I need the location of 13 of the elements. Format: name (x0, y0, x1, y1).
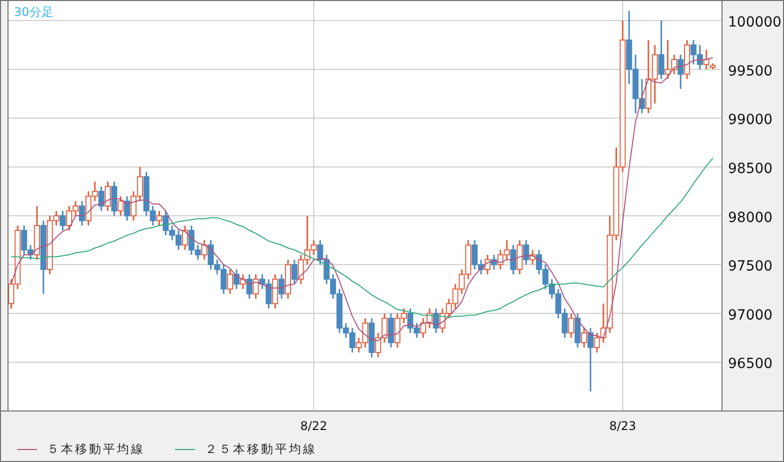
y-axis-label: 98000 (728, 210, 773, 226)
y-axis-label: 97500 (728, 258, 773, 275)
y-axis-label: 97000 (728, 307, 773, 324)
y-axis-label: 98500 (728, 160, 773, 177)
y-axis-label: 99500 (728, 63, 773, 80)
x-axis-label: 8/22 (300, 419, 328, 433)
y-axis-label: 96500 (728, 356, 773, 372)
x-axis-label: 8/23 (609, 419, 636, 433)
timeframe-label: 30分足 (14, 5, 54, 19)
y-axis-label: 99000 (728, 112, 773, 128)
y-axis-label: 100000 (728, 14, 782, 31)
legend-label: ５本移動平均線 (47, 441, 145, 458)
legend-label: ２５本移動平均線 (205, 441, 317, 458)
